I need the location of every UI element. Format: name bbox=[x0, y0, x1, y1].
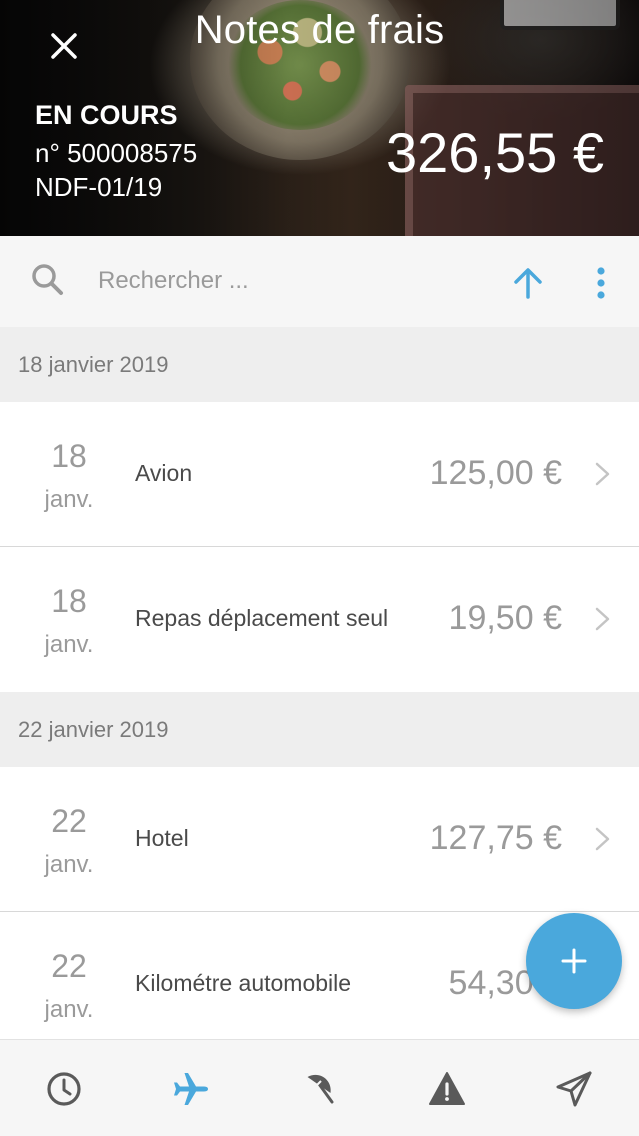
report-number: n° 500008575 bbox=[35, 138, 198, 168]
nav-alerts[interactable] bbox=[424, 1066, 470, 1112]
airplane-icon bbox=[174, 1073, 208, 1105]
page-title: Notes de frais bbox=[194, 8, 445, 52]
nav-trips[interactable] bbox=[168, 1066, 214, 1112]
expense-month: janv. bbox=[44, 851, 94, 878]
expense-day: 22 bbox=[51, 948, 87, 984]
sort-button[interactable] bbox=[505, 260, 551, 306]
chevron-right-icon bbox=[595, 607, 610, 631]
expense-day: 18 bbox=[51, 583, 87, 619]
umbrella-icon bbox=[307, 1074, 334, 1104]
expense-day: 18 bbox=[51, 438, 87, 474]
expense-row[interactable]: 22 janv. Hotel 127,75 € bbox=[0, 767, 639, 912]
more-options-button[interactable] bbox=[582, 260, 620, 306]
expense-month: janv. bbox=[44, 631, 94, 658]
warning-icon bbox=[429, 1072, 465, 1105]
expense-month: janv. bbox=[44, 996, 94, 1023]
report-status: EN COURS bbox=[35, 100, 178, 130]
expense-amount: 125,00 € bbox=[429, 454, 562, 492]
expense-row[interactable]: 18 janv. Avion 125,00 € bbox=[0, 402, 639, 547]
search-icon bbox=[28, 260, 68, 300]
expense-amount: 19,50 € bbox=[448, 599, 562, 637]
nav-history[interactable] bbox=[41, 1066, 87, 1112]
bottom-navigation bbox=[0, 1039, 639, 1136]
expense-row[interactable]: 18 janv. Repas déplacement seul 19,50 € bbox=[0, 547, 639, 692]
more-vertical-icon bbox=[597, 267, 605, 299]
report-reference: NDF-01/19 bbox=[35, 172, 163, 202]
expense-label: Repas déplacement seul bbox=[135, 605, 389, 631]
nav-send[interactable] bbox=[551, 1066, 597, 1112]
send-icon bbox=[556, 1071, 592, 1107]
chevron-right-icon bbox=[595, 462, 610, 486]
add-expense-button[interactable] bbox=[526, 913, 622, 1009]
search-input[interactable] bbox=[98, 260, 458, 302]
expense-day: 22 bbox=[51, 803, 87, 839]
report-total: 326,55 € bbox=[386, 121, 604, 184]
search-bar bbox=[0, 236, 639, 327]
expense-label: Kilométre automobile bbox=[135, 970, 352, 996]
expense-label: Hotel bbox=[135, 825, 189, 851]
arrow-up-icon bbox=[514, 268, 542, 299]
expense-month: janv. bbox=[44, 486, 94, 513]
date-group-header: 22 janvier 2019 bbox=[0, 692, 639, 767]
chevron-right-icon bbox=[595, 827, 610, 851]
clock-icon bbox=[47, 1072, 81, 1106]
header: Notes de frais EN COURS n° 500008575 NDF… bbox=[0, 0, 639, 236]
expense-amount: 127,75 € bbox=[429, 819, 562, 857]
expense-label: Avion bbox=[135, 460, 193, 486]
plus-icon bbox=[561, 948, 587, 974]
nav-insurance[interactable] bbox=[296, 1066, 342, 1112]
date-group-header: 18 janvier 2019 bbox=[0, 327, 639, 402]
